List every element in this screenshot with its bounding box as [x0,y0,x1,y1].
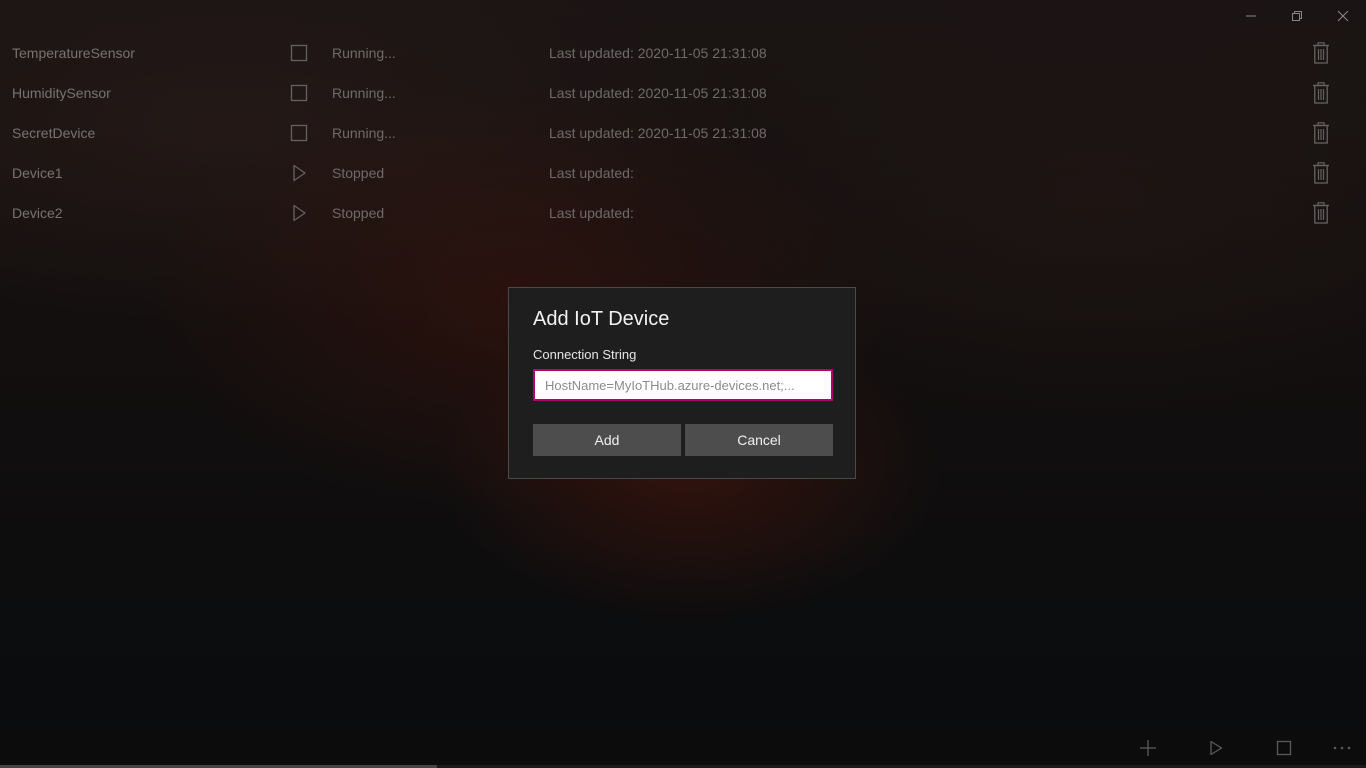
dialog-title: Add IoT Device [533,308,670,330]
add-device-dialog: Add IoT Device Connection String Add Can… [508,287,856,479]
connection-string-input[interactable] [533,369,833,401]
connection-string-label: Connection String [533,347,637,362]
cancel-button[interactable]: Cancel [685,424,833,456]
add-button[interactable]: Add [533,424,681,456]
